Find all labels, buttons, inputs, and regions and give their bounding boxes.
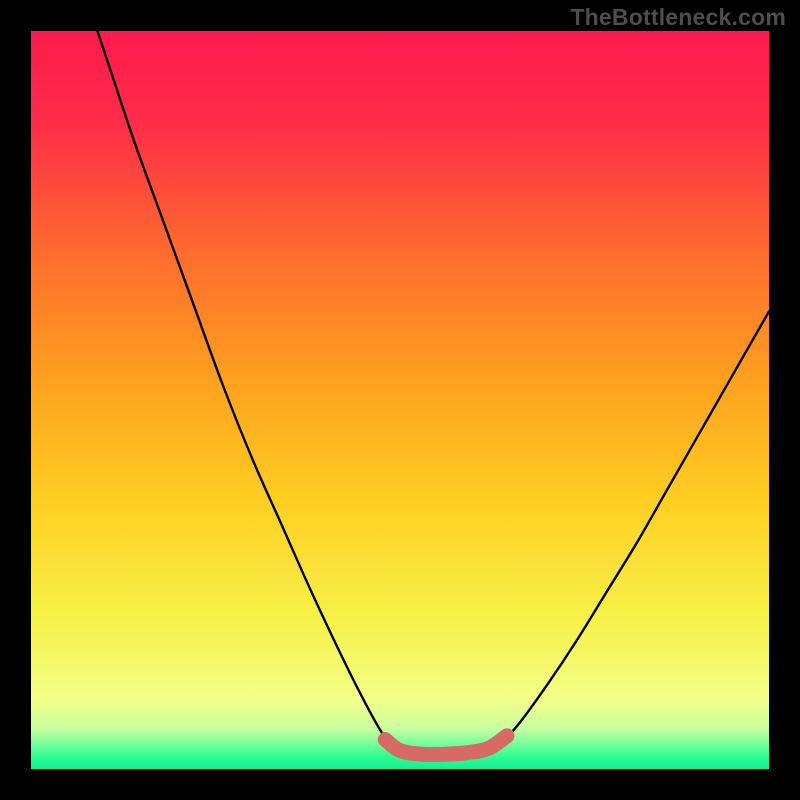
chart-svg <box>31 31 769 769</box>
gradient-background <box>31 31 769 769</box>
watermark-text: TheBottleneck.com <box>570 4 786 31</box>
chart-frame: TheBottleneck.com <box>0 0 800 800</box>
plot-area <box>31 31 769 769</box>
